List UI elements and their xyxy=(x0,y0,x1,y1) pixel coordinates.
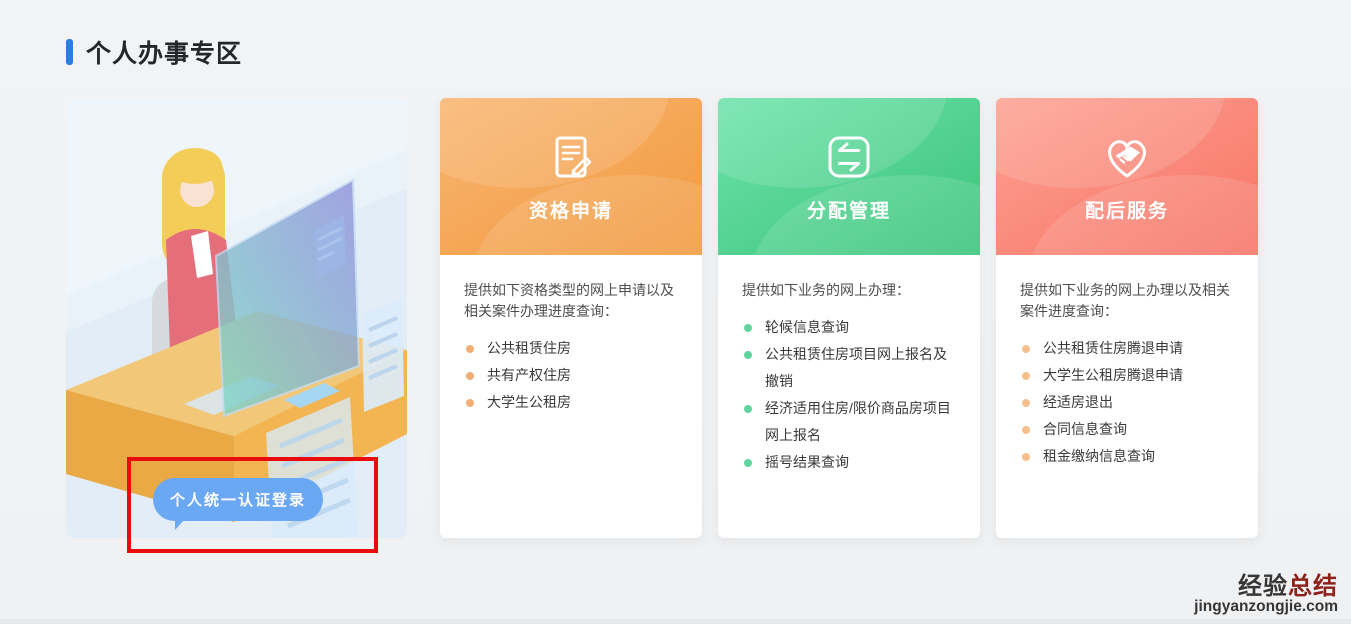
card-title: 配后服务 xyxy=(996,196,1258,223)
card-post-allocation-service[interactable]: 配后服务 提供如下业务的网上办理以及相关案件进度查询： 公共租赁住房腾退申请大学… xyxy=(996,98,1258,538)
bottom-strip xyxy=(0,619,1351,624)
service-list-item: 共有产权住房 xyxy=(464,362,678,389)
page-title: 个人办事专区 xyxy=(86,34,242,70)
service-list-item: 公共租赁住房项目网上报名及撤销 xyxy=(742,341,956,395)
content-row: 个人统一认证登录 资格申请 xyxy=(66,98,1351,538)
service-list: 公共租赁住房共有产权住房大学生公租房 xyxy=(464,335,678,416)
service-list-item: 轮候信息查询 xyxy=(742,314,956,341)
document-edit-icon xyxy=(545,131,597,183)
watermark-domain: jingyanzongjie.com xyxy=(1194,599,1338,615)
service-list-item: 公共租赁住房 xyxy=(464,335,678,362)
service-list-item: 公共租赁住房腾退申请 xyxy=(1020,335,1234,362)
service-list-item: 摇号结果查询 xyxy=(742,449,956,476)
card-qualification-application[interactable]: 资格申请 提供如下资格类型的网上申请以及相关案件办理进度查询： 公共租赁住房共有… xyxy=(440,98,702,538)
card-allocation-management[interactable]: 分配管理 提供如下业务的网上办理： 轮候信息查询公共租赁住房项目网上报名及撤销经… xyxy=(718,98,980,538)
site-watermark: 经验总结 jingyanzongjie.com xyxy=(1194,574,1338,615)
card-description: 提供如下资格类型的网上申请以及相关案件办理进度查询： xyxy=(464,280,678,322)
service-list-item: 经适房退出 xyxy=(1020,389,1234,416)
desk-illustration xyxy=(66,98,407,538)
section-header: 个人办事专区 xyxy=(66,34,1351,70)
watermark-brand-red: 总结 xyxy=(1288,573,1338,600)
heart-handshake-icon xyxy=(1101,131,1153,183)
card-body: 提供如下业务的网上办理以及相关案件进度查询： 公共租赁住房腾退申请大学生公租房腾… xyxy=(996,255,1258,470)
card-description: 提供如下业务的网上办理以及相关案件进度查询： xyxy=(1020,280,1234,322)
service-list: 轮候信息查询公共租赁住房项目网上报名及撤销经济适用住房/限价商品房项目网上报名摇… xyxy=(742,314,956,476)
card-header[interactable]: 资格申请 xyxy=(440,98,702,255)
personal-services-page: 个人办事专区 xyxy=(0,0,1351,538)
card-title: 资格申请 xyxy=(440,196,702,223)
card-body: 提供如下业务的网上办理： 轮候信息查询公共租赁住房项目网上报名及撤销经济适用住房… xyxy=(718,255,980,476)
card-header[interactable]: 分配管理 xyxy=(718,98,980,255)
card-description: 提供如下业务的网上办理： xyxy=(742,280,956,301)
card-body: 提供如下资格类型的网上申请以及相关案件办理进度查询： 公共租赁住房共有产权住房大… xyxy=(440,255,702,416)
service-list-item: 大学生公租房 xyxy=(464,389,678,416)
service-list-item: 经济适用住房/限价商品房项目网上报名 xyxy=(742,395,956,449)
unified-auth-login-button[interactable]: 个人统一认证登录 xyxy=(153,478,323,521)
login-panel: 个人统一认证登录 xyxy=(66,98,407,538)
service-list: 公共租赁住房腾退申请大学生公租房腾退申请经适房退出合同信息查询租金缴纳信息查询 xyxy=(1020,335,1234,470)
card-header[interactable]: 配后服务 xyxy=(996,98,1258,255)
service-list-item: 大学生公租房腾退申请 xyxy=(1020,362,1234,389)
watermark-brand: 经验总结 xyxy=(1194,574,1338,599)
transfer-arrows-icon xyxy=(823,131,875,183)
card-title: 分配管理 xyxy=(718,196,980,223)
service-list-item: 合同信息查询 xyxy=(1020,416,1234,443)
watermark-brand-black: 经验 xyxy=(1238,573,1288,600)
service-list-item: 租金缴纳信息查询 xyxy=(1020,443,1234,470)
isometric-illustration xyxy=(66,98,407,538)
title-accent-bar xyxy=(66,39,73,65)
